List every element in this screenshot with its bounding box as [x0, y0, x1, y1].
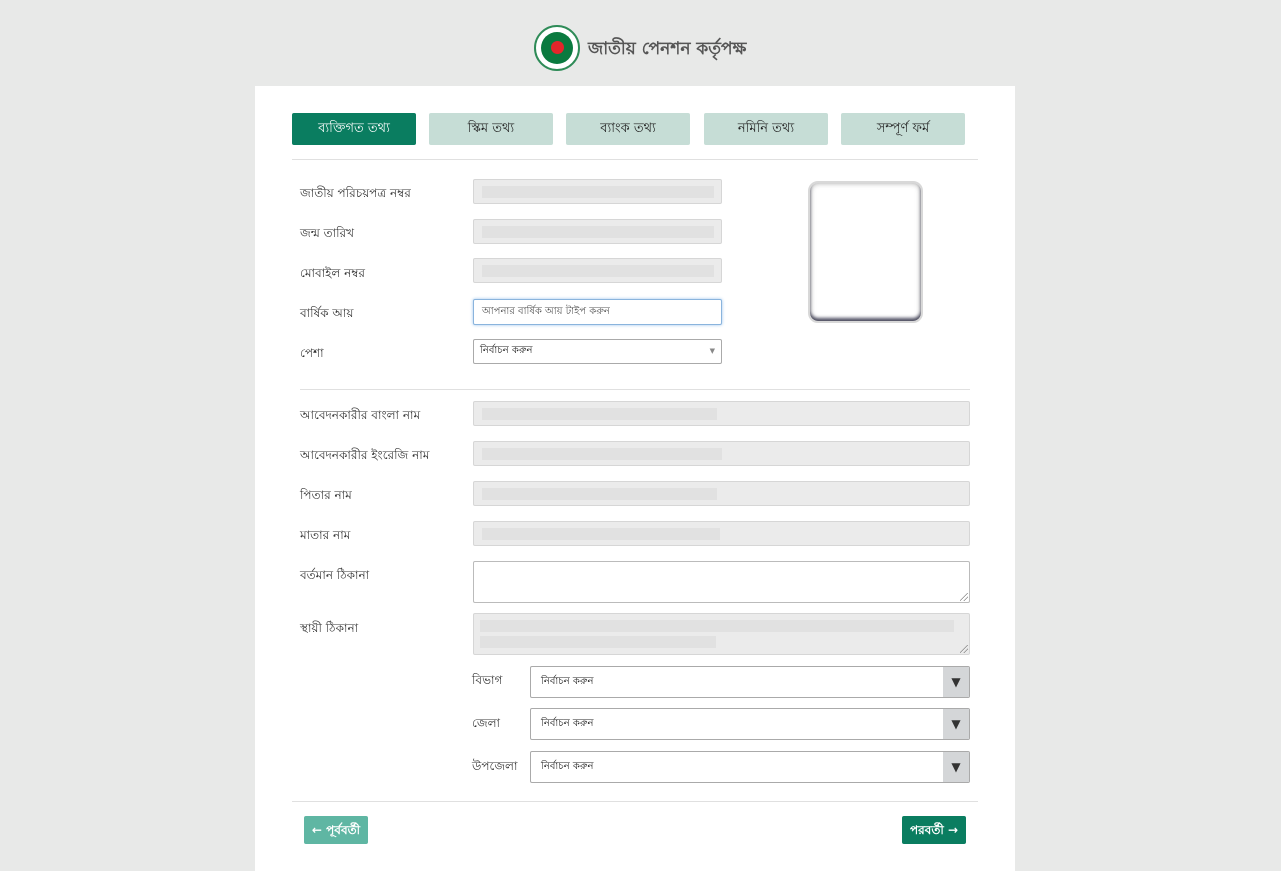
name-bn-label: আবেদনকারীর বাংলা নাম — [300, 408, 421, 422]
upazila-select[interactable]: নির্বাচন করুন ▼ — [530, 751, 970, 783]
district-select[interactable]: নির্বাচন করুন ▼ — [530, 708, 970, 740]
occupation-label: পেশা — [300, 346, 324, 360]
dob-label: জন্ম তারিখ — [300, 226, 355, 240]
present-address-label: বর্তমান ঠিকানা — [300, 568, 370, 582]
next-button[interactable]: পরবর্তী → — [902, 816, 966, 844]
upazila-label: উপজেলা — [472, 759, 518, 773]
district-select-value: নির্বাচন করুন — [541, 718, 594, 729]
divider — [300, 389, 970, 390]
income-label: বার্ষিক আয় — [300, 306, 354, 320]
brand-title: জাতীয় পেনশন কর্তৃপক্ষ — [588, 39, 747, 59]
district-label: জেলা — [472, 716, 501, 730]
government-seal-logo — [534, 25, 580, 71]
upazila-select-value: নির্বাচন করুন — [541, 761, 594, 772]
tab-nominee-info[interactable]: নমিনি তথ্য — [704, 113, 828, 145]
division-label: বিভাগ — [472, 673, 503, 687]
resize-grip-icon — [960, 645, 968, 653]
mother-name-field — [473, 521, 970, 546]
annual-income-input[interactable]: আপনার বার্ষিক আয় টাইপ করুন — [473, 299, 722, 325]
mobile-field — [473, 258, 722, 283]
nid-label: জাতীয় পরিচয়পত্র নম্বর — [300, 186, 411, 200]
occupation-select-value: নির্বাচন করুন — [480, 345, 533, 356]
dropdown-arrow-icon[interactable]: ▼ — [943, 752, 969, 782]
form-card: ব্যক্তিগত তথ্য স্কিম তথ্য ব্যাংক তথ্য নম… — [255, 86, 1015, 871]
permanent-address-label: স্থায়ী ঠিকানা — [300, 621, 359, 635]
previous-button[interactable]: ← পূর্ববর্তী — [304, 816, 368, 844]
division-select-value: নির্বাচন করুন — [541, 676, 594, 687]
divider — [292, 159, 978, 160]
dropdown-arrow-icon[interactable]: ▼ — [943, 667, 969, 697]
name-en-label: আবেদনকারীর ইংরেজি নাম — [300, 448, 430, 462]
name-bn-field — [473, 401, 970, 426]
father-name-field — [473, 481, 970, 506]
tab-scheme-info[interactable]: স্কিম তথ্য — [429, 113, 553, 145]
page-header: জাতীয় পেনশন কর্তৃপক্ষ — [0, 0, 1281, 86]
tab-complete-form[interactable]: সম্পূর্ণ ফর্ম — [841, 113, 965, 145]
resize-grip-icon[interactable] — [960, 593, 968, 601]
father-name-label: পিতার নাম — [300, 488, 352, 502]
divider — [292, 801, 978, 802]
nid-field — [473, 179, 722, 204]
chevron-down-icon: ▼ — [709, 347, 715, 355]
dob-field — [473, 219, 722, 244]
name-en-field — [473, 441, 970, 466]
present-address-textarea[interactable] — [473, 561, 970, 603]
occupation-select[interactable]: নির্বাচন করুন ▼ — [473, 339, 722, 364]
applicant-photo — [808, 181, 923, 323]
mobile-label: মোবাইল নম্বর — [300, 266, 366, 280]
division-select[interactable]: নির্বাচন করুন ▼ — [530, 666, 970, 698]
tab-personal-info[interactable]: ব্যক্তিগত তথ্য — [292, 113, 416, 145]
dropdown-arrow-icon[interactable]: ▼ — [943, 709, 969, 739]
permanent-address-textarea — [473, 613, 970, 655]
mother-name-label: মাতার নাম — [300, 528, 351, 542]
tab-bank-info[interactable]: ব্যাংক তথ্য — [566, 113, 690, 145]
